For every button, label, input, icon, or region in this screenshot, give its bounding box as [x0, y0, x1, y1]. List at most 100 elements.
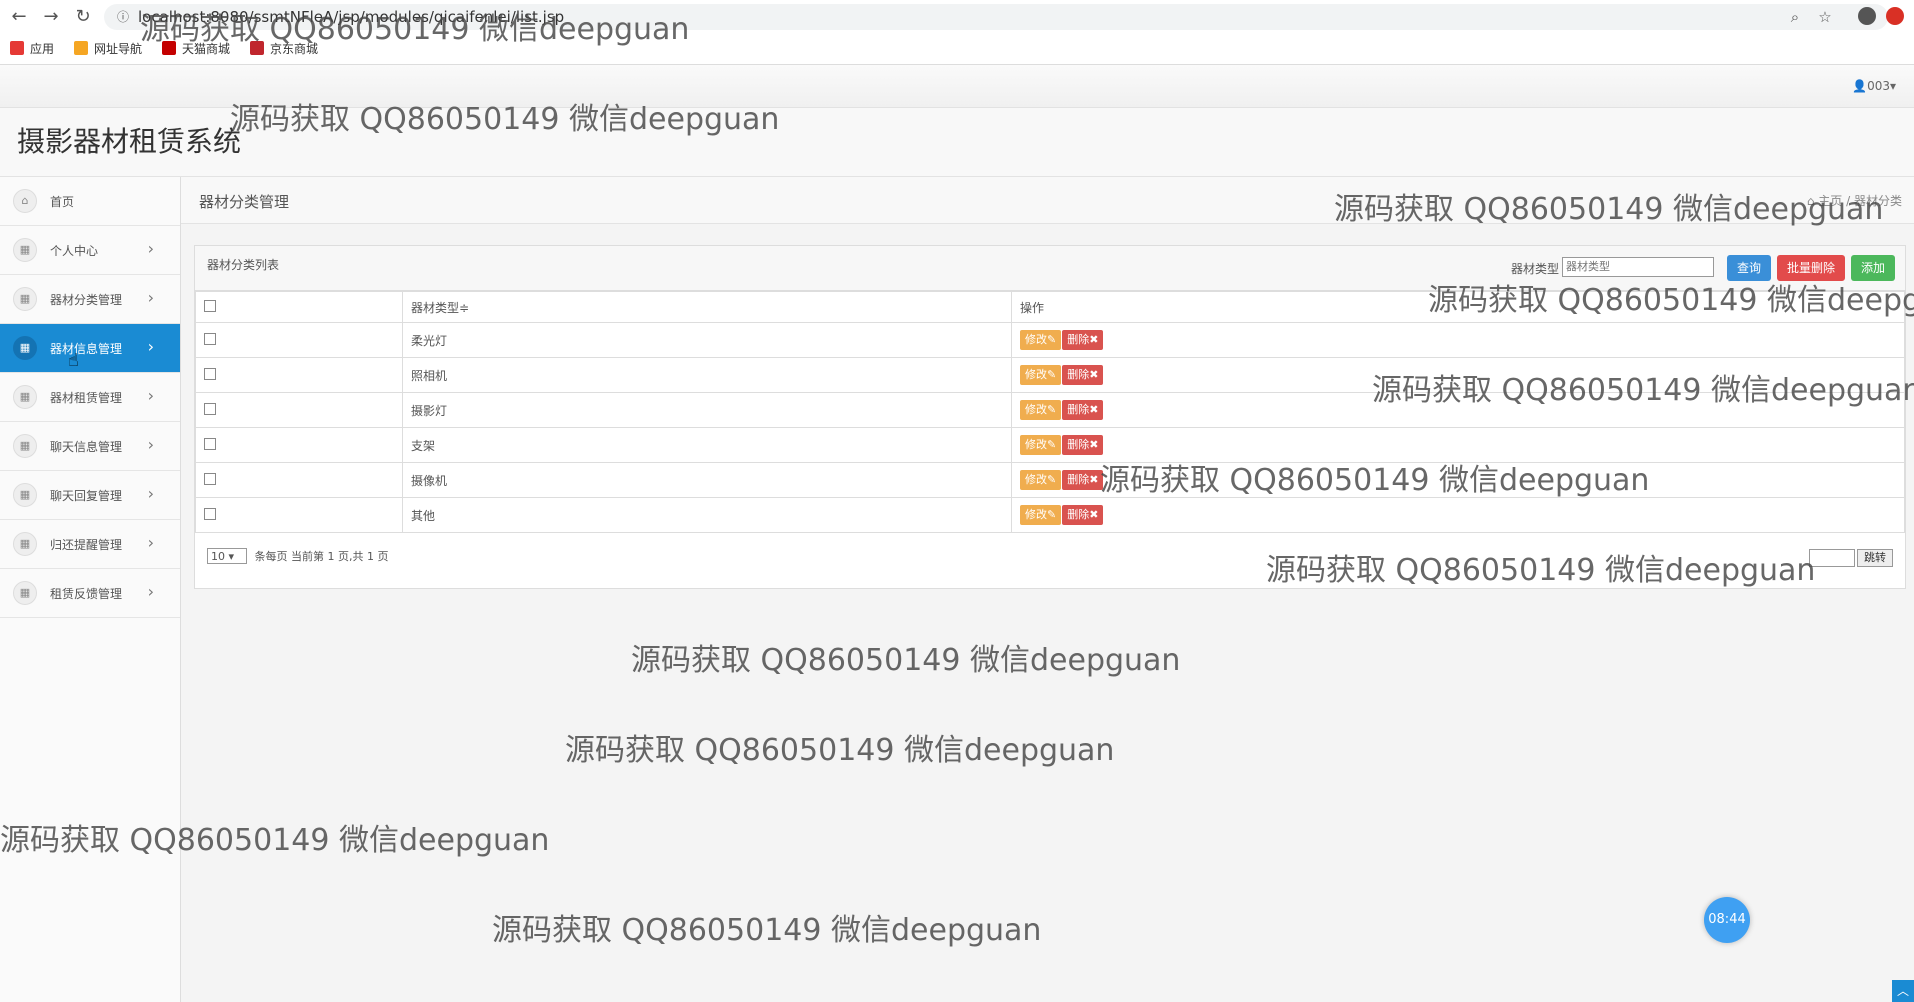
breadcrumb: ⌂ 主页 / 器材分类: [1807, 192, 1902, 209]
actions-cell: 修改✎ 删除✖: [1011, 462, 1905, 498]
home-icon: ⌂: [1806, 194, 1815, 208]
grid-icon: ▦: [13, 238, 37, 262]
delete-button[interactable]: 删除✖: [1062, 470, 1104, 490]
sidebar-item-feedback[interactable]: ▦ 租赁反馈管理 ›: [0, 569, 180, 618]
zoom-icon[interactable]: ⌕: [1784, 8, 1806, 26]
delete-button[interactable]: 删除✖: [1062, 365, 1104, 385]
panel-title: 器材分类列表: [207, 258, 280, 272]
star-icon[interactable]: ☆: [1814, 8, 1836, 26]
caret-down-icon: ▾: [1889, 79, 1896, 93]
row-checkbox[interactable]: [204, 437, 216, 450]
sidebar-item-personal-center[interactable]: ▦ 个人中心 ›: [0, 226, 180, 275]
type-cell: 摄影灯: [402, 392, 1012, 428]
sidebar-item-return-reminder[interactable]: ▦ 归还提醒管理 ›: [0, 520, 180, 569]
clock-widget: 08:44: [1704, 897, 1750, 943]
table-row: 摄影灯 修改✎ 删除✖: [195, 392, 1905, 428]
search-input[interactable]: [1562, 257, 1714, 277]
page-title: 器材分类管理: [199, 193, 290, 211]
add-button[interactable]: 添加: [1851, 255, 1895, 281]
category-list-panel: 器材分类列表 器材类型 查询 批量删除 添加 器材类型≑ 操作 柔光灯 修改✎删…: [194, 245, 1906, 589]
back-icon[interactable]: ←: [8, 6, 30, 28]
sidebar-item-home[interactable]: ⌂ 首页: [0, 177, 180, 226]
edit-button[interactable]: 修改✎: [1020, 330, 1062, 350]
user-menu[interactable]: 👤003▾: [1852, 79, 1896, 93]
row-checkbox[interactable]: [204, 332, 216, 345]
jump-button[interactable]: 跳转: [1857, 549, 1893, 567]
edit-button[interactable]: 修改✎: [1020, 505, 1062, 525]
edit-button[interactable]: 修改✎: [1020, 400, 1062, 420]
account-icon[interactable]: [1858, 7, 1876, 25]
type-cell: 支架: [402, 427, 1012, 463]
delete-button[interactable]: 删除✖: [1062, 330, 1104, 350]
row-checkbox[interactable]: [204, 402, 216, 415]
sidebar-item-rental[interactable]: ▦ 器材租赁管理 ›: [0, 373, 180, 422]
grid-icon: ▦: [13, 287, 37, 311]
row-checkbox[interactable]: [204, 367, 216, 380]
panel-header: 器材分类列表 器材类型 查询 批量删除 添加: [195, 246, 1905, 291]
type-cell: 柔光灯: [402, 322, 1012, 358]
bookmarks-bar: 应用 网址导航 天猫商城 京东商城: [0, 34, 1914, 65]
row-checkbox-cell: [195, 427, 403, 463]
actions-cell: 修改✎ 删除✖: [1011, 497, 1905, 533]
delete-button[interactable]: 删除✖: [1062, 435, 1104, 455]
grid-icon: ▦: [13, 336, 37, 360]
row-checkbox[interactable]: [204, 472, 216, 485]
table-row: 照相机 修改✎ 删除✖: [195, 357, 1905, 393]
edit-button[interactable]: 修改✎: [1020, 435, 1062, 455]
grid-icon: ▦: [13, 434, 37, 458]
page-size-select[interactable]: 10 ▾: [207, 548, 247, 564]
type-cell: 照相机: [402, 357, 1012, 393]
watermark: 源码获取 QQ86050149 微信deepguan: [492, 913, 1042, 948]
sidebar-item-equipment-info[interactable]: ▦ 器材信息管理 ›: [0, 324, 180, 373]
chevron-right-icon: ›: [147, 484, 154, 503]
select-all-cell: [195, 291, 403, 323]
home-icon: ⌂: [13, 189, 37, 213]
app-title: 摄影器材租赁系统: [17, 125, 242, 158]
select-all-checkbox[interactable]: [204, 299, 216, 312]
chevron-up-icon: ︿: [1896, 984, 1909, 998]
row-checkbox[interactable]: [204, 507, 216, 520]
jump-page-input[interactable]: [1809, 549, 1855, 567]
column-header-type[interactable]: 器材类型≑: [402, 291, 1012, 323]
chevron-right-icon: ›: [147, 386, 154, 405]
pager: 10 ▾ 条每页 当前第 1 页,共 1 页: [207, 548, 388, 564]
url-field[interactable]: ⓘ localhost:8080/ssmtNFleA/jsp/modules/q…: [104, 4, 1888, 30]
bookmark-jd[interactable]: 京东商城: [250, 41, 318, 57]
breadcrumb-home[interactable]: 主页: [1818, 194, 1842, 208]
grid-icon: ▦: [13, 483, 37, 507]
info-icon[interactable]: ⓘ: [114, 8, 132, 26]
row-checkbox-cell: [195, 392, 403, 428]
bookmark-apps[interactable]: 应用: [10, 41, 54, 57]
sidebar-item-chat-reply[interactable]: ▦ 聊天回复管理 ›: [0, 471, 180, 520]
breadcrumb-separator: /: [1846, 194, 1854, 208]
table-row: 支架 修改✎ 删除✖: [195, 427, 1905, 463]
browser-address-bar: ← → ↻ ⓘ localhost:8080/ssmtNFleA/jsp/mod…: [0, 0, 1914, 34]
sidebar-item-category[interactable]: ▦ 器材分类管理 ›: [0, 275, 180, 324]
reload-icon[interactable]: ↻: [72, 6, 94, 28]
batch-delete-button[interactable]: 批量删除: [1777, 255, 1845, 281]
chevron-right-icon: ›: [147, 288, 154, 307]
extension-icon[interactable]: [1886, 7, 1904, 25]
delete-button[interactable]: 删除✖: [1062, 505, 1104, 525]
delete-button[interactable]: 删除✖: [1062, 400, 1104, 420]
bookmark-nav[interactable]: 网址导航: [74, 41, 142, 57]
row-checkbox-cell: [195, 497, 403, 533]
type-cell: 摄像机: [402, 462, 1012, 498]
user-icon: 👤: [1852, 79, 1868, 93]
query-button[interactable]: 查询: [1727, 255, 1771, 281]
row-checkbox-cell: [195, 462, 403, 498]
sidebar-item-chat-info[interactable]: ▦ 聊天信息管理 ›: [0, 422, 180, 471]
table-row: 柔光灯 修改✎ 删除✖: [195, 322, 1905, 358]
forward-icon[interactable]: →: [40, 6, 62, 28]
chevron-right-icon: ›: [147, 239, 154, 258]
actions-cell: 修改✎ 删除✖: [1011, 392, 1905, 428]
scroll-top-button[interactable]: ︿: [1892, 980, 1914, 1002]
bookmark-tmall[interactable]: 天猫商城: [162, 41, 230, 57]
top-bar: 👤003▾: [0, 65, 1914, 108]
edit-button[interactable]: 修改✎: [1020, 365, 1062, 385]
edit-button[interactable]: 修改✎: [1020, 470, 1062, 490]
actions-cell: 修改✎ 删除✖: [1011, 322, 1905, 358]
sidebar: ⌂ 首页 ▦ 个人中心 › ▦ 器材分类管理 › ▦ 器材信息管理 › ▦ 器材…: [0, 177, 181, 1002]
url-text: localhost:8080/ssmtNFleA/jsp/modules/qic…: [138, 8, 565, 26]
type-cell: 其他: [402, 497, 1012, 533]
